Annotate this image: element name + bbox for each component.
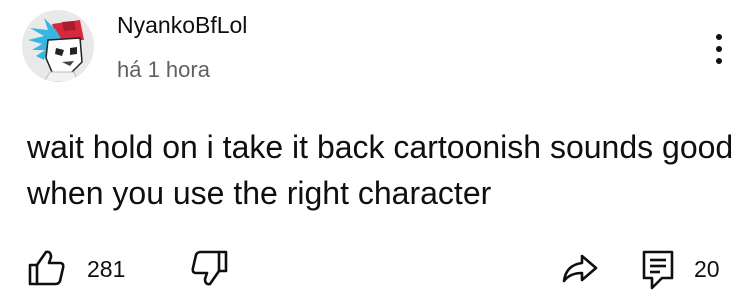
thumbs-up-icon [28, 250, 65, 286]
reply-button[interactable] [640, 248, 680, 292]
reply-count: 20 [694, 256, 720, 282]
share-button[interactable] [560, 248, 600, 288]
thumbs-down-icon [191, 250, 228, 286]
more-vertical-icon [716, 34, 722, 40]
like-button[interactable] [26, 248, 66, 288]
comment-timestamp: há 1 hora [117, 57, 210, 82]
character-avatar-icon [22, 10, 94, 82]
comment-icon [642, 250, 674, 290]
dislike-button[interactable] [190, 248, 230, 288]
comment-author[interactable]: NyankoBfLol [117, 12, 247, 39]
more-options-button[interactable] [704, 26, 734, 72]
share-icon [562, 254, 598, 283]
like-count: 281 [87, 256, 126, 282]
comment-text: wait hold on i take it back cartoonish s… [27, 129, 734, 211]
avatar[interactable] [22, 10, 94, 82]
